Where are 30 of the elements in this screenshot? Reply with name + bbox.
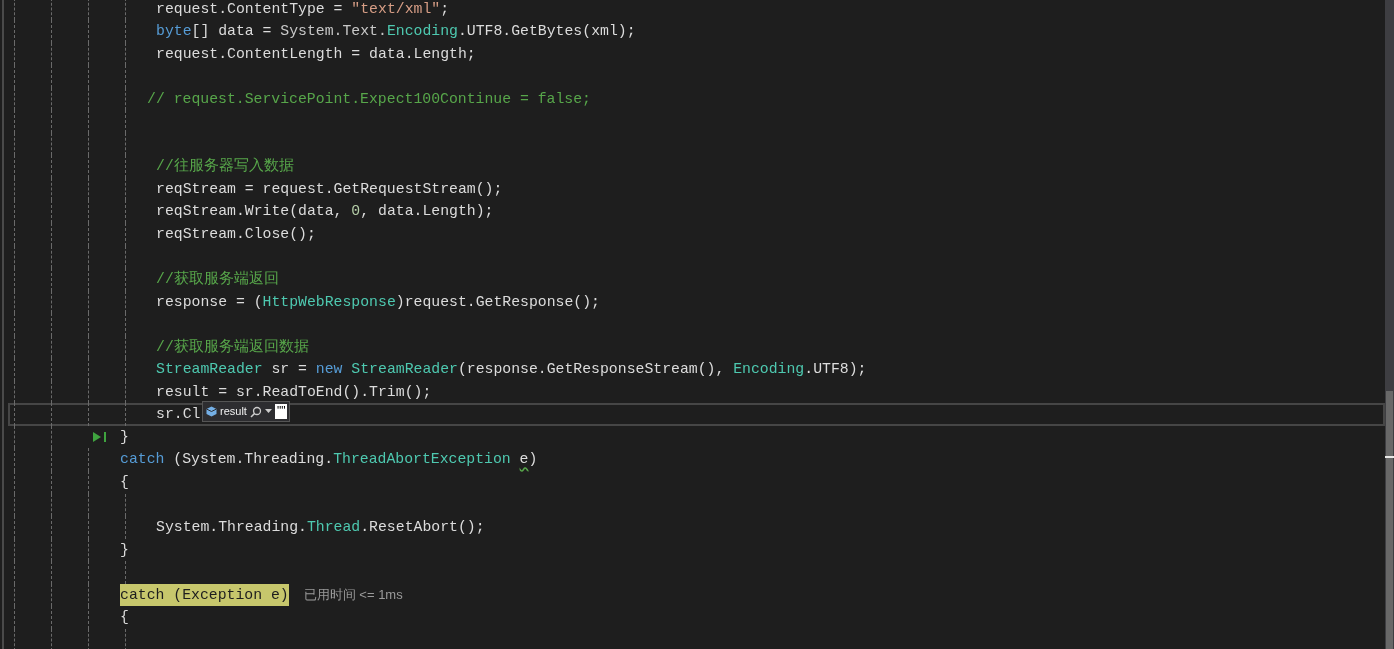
variable-value[interactable]: "" — [274, 404, 288, 420]
code-line: } — [120, 540, 129, 560]
code-line: //获取服务端返回 — [156, 269, 279, 290]
code-line: //往服务器写入数据 — [156, 156, 294, 177]
code-line: catch (System.Threading.ThreadAbortException e) — [120, 450, 538, 470]
caret-icon[interactable] — [264, 409, 272, 415]
cube-icon — [206, 406, 217, 418]
code-line: reqStream.Write(data, 0, data.Length); — [156, 202, 494, 222]
code-line: byte[] data = System.Text.Encoding.UTF8.GetBytes(xml); — [156, 22, 636, 42]
code-line: request.ContentLength = data.Length; — [156, 44, 476, 64]
code-line: result = sr.ReadToEnd().Trim(); — [156, 382, 432, 402]
code-line: StreamReader sr = new StreamReader(response.GetResponseStream(), Encoding.UTF8); — [156, 360, 867, 380]
code-line: request.ContentType = "text/xml"; — [156, 0, 450, 19]
caret-position-marker — [1385, 456, 1394, 458]
code-line: { — [120, 473, 129, 492]
scrollbar-track[interactable] — [1385, 0, 1394, 649]
code-line: reqStream.Close(); — [156, 224, 316, 244]
code-line: //获取服务端返回数据 — [156, 337, 309, 357]
scrollbar-thumb[interactable] — [1386, 391, 1393, 649]
code-line: System.Threading.Thread.ResetAbort(); — [156, 518, 485, 538]
search-icon[interactable] — [249, 405, 262, 418]
code-line: response = (HttpWebResponse)request.GetResponse(); — [156, 292, 600, 312]
variable-name: result — [220, 406, 247, 418]
run-to-click-icon[interactable] — [92, 430, 108, 443]
code-line: sr.Cl — [156, 405, 201, 425]
code-line: } — [120, 427, 129, 447]
code-line: // request.ServicePoint.Expect100Continue = false; — [147, 89, 591, 109]
code-line: { — [120, 608, 129, 628]
elapsed-time-tip[interactable]: 已用时间 <= 1ms — [303, 583, 403, 607]
code-line: reqStream = request.GetRequestStream(); — [156, 179, 503, 199]
